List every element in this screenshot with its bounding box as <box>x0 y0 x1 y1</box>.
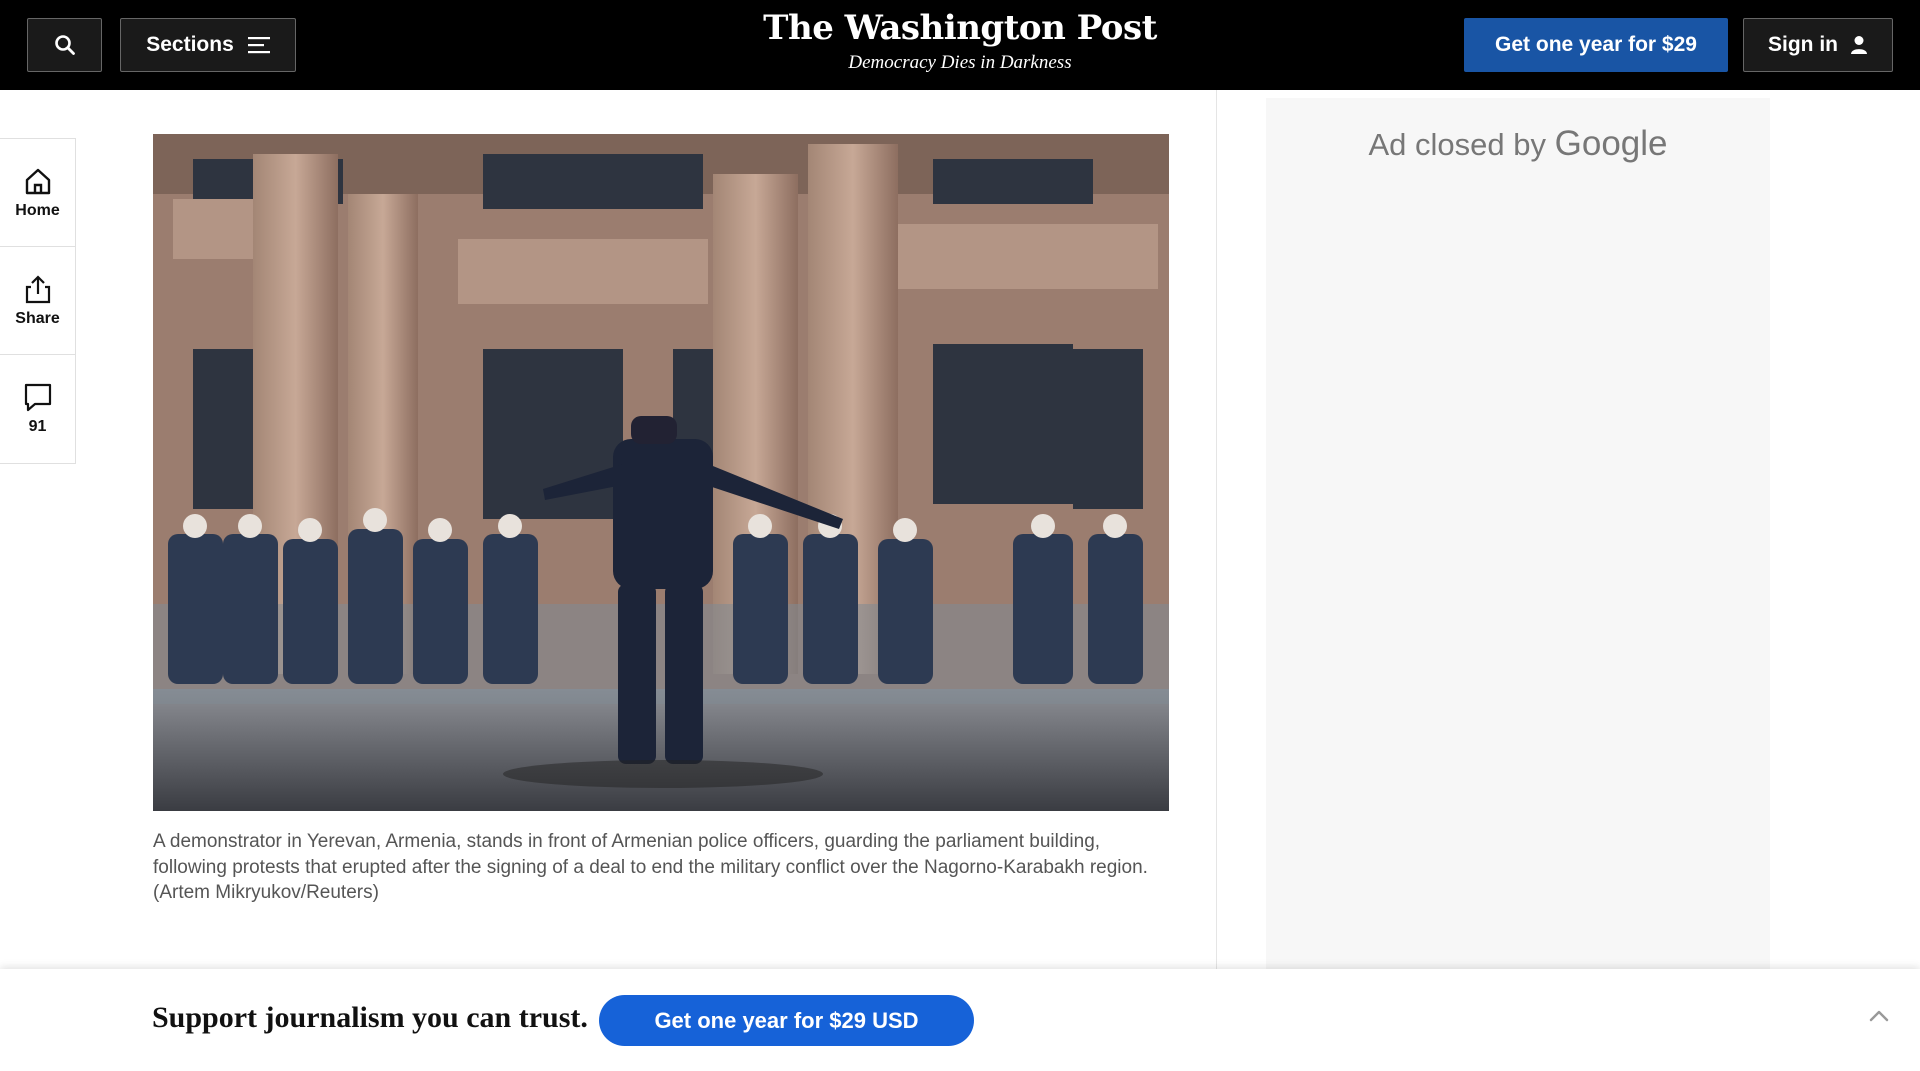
search-button[interactable] <box>27 18 102 72</box>
article-photo <box>153 134 1169 811</box>
banner-subscribe-button[interactable]: Get one year for $29 USD <box>599 995 974 1046</box>
rail-comments-button[interactable]: 91 <box>0 355 75 463</box>
ad-closed-notice: Ad closed by Google <box>1266 124 1770 164</box>
subscribe-button[interactable]: Get one year for $29 <box>1464 18 1728 72</box>
rail-comments-count: 91 <box>28 418 47 435</box>
rail-share-label: Share <box>15 309 60 327</box>
ad-closed-text: Ad closed by <box>1368 127 1547 162</box>
top-navigation-bar: Sections The Washington Post Democracy D… <box>0 0 1920 90</box>
rail-home-label: Home <box>15 201 60 219</box>
sections-label: Sections <box>146 33 234 56</box>
comment-icon <box>24 383 51 412</box>
user-icon <box>1851 36 1867 54</box>
share-icon <box>25 274 50 303</box>
banner-collapse-button[interactable] <box>1864 1001 1894 1031</box>
home-icon <box>25 168 50 194</box>
left-action-rail: Home Share 91 <box>0 138 76 464</box>
google-wordmark: Google <box>1554 124 1668 163</box>
ad-slot: Ad closed by Google <box>1266 98 1770 970</box>
sign-in-button[interactable]: Sign in <box>1743 18 1893 72</box>
photo-caption: A demonstrator in Yerevan, Armenia, stan… <box>153 831 1148 903</box>
rail-home-button[interactable]: Home <box>0 139 75 247</box>
search-icon <box>54 35 75 55</box>
subscribe-banner: Support journalism you can trust. Get on… <box>0 969 1920 1071</box>
masthead[interactable]: The Washington Post Democracy Dies in Da… <box>760 6 1160 74</box>
sections-menu-button[interactable]: Sections <box>120 18 296 72</box>
washington-post-logo[interactable]: The Washington Post <box>760 6 1160 50</box>
chevron-up-icon <box>1869 1010 1889 1022</box>
banner-message: Support journalism you can trust. <box>152 1001 588 1034</box>
photo-illustration <box>153 134 1169 811</box>
masthead-tagline: Democracy Dies in Darkness <box>848 52 1072 73</box>
hamburger-menu-icon <box>247 37 270 54</box>
rail-share-button[interactable]: Share <box>0 247 75 355</box>
sign-in-label: Sign in <box>1768 33 1838 56</box>
column-divider <box>1216 90 1217 970</box>
